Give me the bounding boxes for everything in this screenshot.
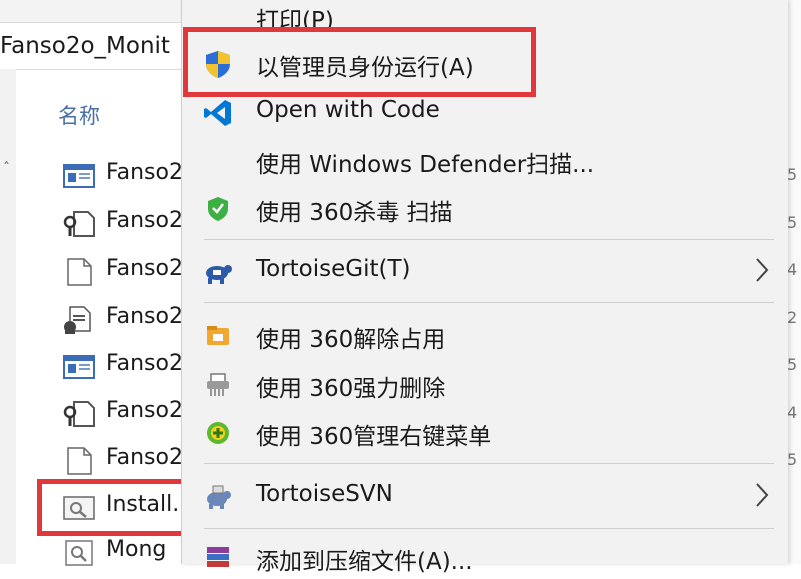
menu-separator — [204, 528, 774, 529]
menu-separator — [204, 463, 774, 464]
config-file-icon — [63, 401, 95, 427]
tortoisegit-icon — [206, 265, 232, 284]
run-as-admin-highlight-box — [183, 27, 536, 97]
menu-separator — [204, 302, 774, 303]
file-name: Fanso2 — [106, 256, 183, 281]
file-name: Mong — [106, 537, 167, 562]
script-file-icon — [64, 306, 91, 334]
edge-value: 5 — [787, 450, 798, 469]
menu-item-label: 使用 Windows Defender扫描... — [256, 152, 595, 178]
file-name: Fanso2 — [106, 208, 183, 233]
menu-item-360-manage-menu[interactable]: 使用 360管理右键菜单 — [182, 410, 788, 454]
address-path: Fanso2o_Monit — [0, 33, 170, 59]
edge-value: 5 — [787, 213, 798, 232]
menu-item-label: 使用 360管理右键菜单 — [256, 424, 492, 450]
menu-item-label: 添加到压缩文件(A)... — [256, 549, 473, 575]
360-unlock-folder-icon — [207, 326, 229, 345]
vscode-icon — [204, 100, 231, 126]
file-name: Fanso2 — [106, 398, 183, 423]
360-manage-plus-icon — [207, 422, 229, 444]
winrar-archive-icon — [207, 547, 229, 567]
chevron-right-icon — [756, 258, 769, 282]
file-name: Fanso2 — [106, 445, 183, 470]
shredder-icon — [207, 373, 229, 396]
navigation-pane[interactable]: ˆ — [0, 69, 16, 564]
file-name: Fanso2 — [106, 304, 183, 329]
column-header-name[interactable]: 名称 — [58, 100, 100, 130]
blank-file-icon — [67, 447, 92, 475]
menu-item-360-force-delete[interactable]: 使用 360强力删除 — [182, 362, 788, 406]
install-file-highlight-box — [37, 479, 191, 536]
360-antivirus-shield-icon — [208, 197, 228, 221]
menu-item-tortoisegit[interactable]: TortoiseGit(T) — [182, 249, 788, 293]
menu-item-360-unlock[interactable]: 使用 360解除占用 — [182, 313, 788, 357]
batch-file-icon — [65, 540, 93, 566]
size-column-edge: 5 5 4 2 5 4 5 — [787, 0, 801, 564]
menu-item-label: 使用 360解除占用 — [256, 327, 446, 353]
menu-item-label: 使用 360杀毒 扫描 — [256, 200, 453, 226]
nav-collapse-icon[interactable]: ˆ — [3, 161, 10, 177]
file-name: Fanso2 — [106, 351, 183, 376]
menu-item-360-scan[interactable]: 使用 360杀毒 扫描 — [182, 186, 788, 230]
edge-value: 4 — [787, 403, 798, 422]
menu-item-label: TortoiseSVN — [256, 481, 393, 507]
menu-item-label: TortoiseGit(T) — [256, 256, 411, 282]
menu-item-label: Open with Code — [256, 97, 440, 123]
config-file-icon — [63, 211, 95, 237]
menu-item-tortoisesvn[interactable]: TortoiseSVN — [182, 474, 788, 518]
edge-value: 5 — [787, 165, 798, 184]
edge-value: 4 — [787, 260, 798, 279]
edge-value: 5 — [787, 355, 798, 374]
menu-separator — [204, 239, 774, 240]
menu-item-label: 使用 360强力删除 — [256, 376, 446, 402]
menu-item-defender-scan[interactable]: 使用 Windows Defender扫描... — [182, 138, 788, 182]
edge-value: 2 — [787, 308, 798, 327]
blank-file-icon — [67, 258, 92, 286]
file-name: Fanso2 — [106, 160, 183, 185]
chevron-right-icon — [756, 483, 769, 507]
application-window-icon — [63, 355, 95, 379]
menu-item-add-to-archive[interactable]: 添加到压缩文件(A)... — [182, 535, 788, 579]
application-window-icon — [63, 164, 95, 188]
tortoisesvn-icon — [207, 485, 231, 509]
